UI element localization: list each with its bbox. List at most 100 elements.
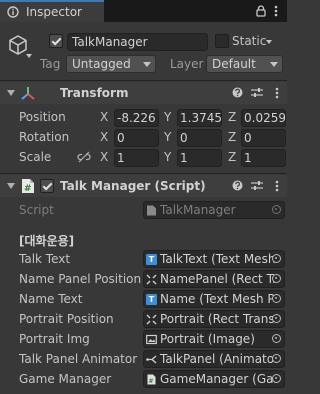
field-label-talk-text: Talk Text	[19, 252, 71, 266]
script-reference-field: TalkManager	[143, 201, 285, 219]
foldout-arrow-icon[interactable]	[7, 183, 15, 189]
inspector-tab-bar: Inspector	[0, 0, 287, 22]
portrait-position-field[interactable]: Portrait (Rect Trans	[143, 310, 285, 328]
talk-panel-animator-field[interactable]: TalkPanel (Animator	[143, 350, 285, 368]
name-panel-position-value: NamePanel (Rect Tr	[160, 272, 278, 286]
lock-icon[interactable]	[256, 5, 266, 17]
object-name-input[interactable]: TalkManager	[67, 33, 208, 51]
position-y-input[interactable]: 1.3745	[177, 109, 222, 127]
portrait-img-field[interactable]: Portrait (Image)	[143, 330, 285, 348]
icon-dropdown-arrow[interactable]	[26, 54, 32, 58]
position-label: Position	[19, 110, 66, 124]
talk-text-field[interactable]: T TalkText (Text Mesh	[143, 250, 285, 268]
scale-y-input[interactable]: 1	[177, 149, 222, 167]
field-label-name-panel-position: Name Panel Position	[19, 272, 142, 286]
divider	[0, 80, 287, 81]
layer-dropdown[interactable]: Default	[206, 55, 283, 73]
position-x-input[interactable]: -8.226	[114, 109, 159, 127]
rect-transform-icon	[146, 314, 157, 325]
talk-panel-animator-value: TalkPanel (Animator	[160, 352, 280, 366]
rotation-z-input[interactable]: 0	[241, 129, 286, 147]
axis-y-label: Y	[164, 110, 172, 124]
more-options-icon[interactable]	[275, 180, 279, 192]
rect-transform-icon	[146, 274, 157, 285]
script-enabled-checkbox[interactable]	[40, 179, 54, 193]
rotation-label: Rotation	[19, 130, 70, 144]
animator-icon	[146, 355, 157, 364]
scale-z-input[interactable]: 1	[241, 149, 286, 167]
scale-x-input[interactable]: 1	[114, 149, 159, 167]
talk-manager-script-header[interactable]: # Talk Manager (Script)	[0, 175, 287, 197]
help-icon[interactable]	[232, 180, 243, 191]
position-z-input[interactable]: 0.0259	[241, 109, 286, 127]
csharp-script-icon: #	[22, 179, 34, 194]
script-icon: #	[147, 374, 156, 385]
section-header: [대화운용]	[19, 234, 75, 248]
field-label-portrait-position: Portrait Position	[19, 312, 114, 326]
inspector-tab[interactable]: Inspector	[0, 0, 104, 22]
chevron-down-icon	[143, 62, 151, 67]
game-manager-value: GameManager (Gar	[160, 372, 279, 386]
axis-y-label: Y	[164, 150, 172, 164]
help-icon[interactable]	[232, 87, 243, 98]
axis-x-label: X	[100, 150, 109, 164]
script-file-icon	[147, 205, 156, 216]
field-label-game-manager: Game Manager	[19, 372, 112, 386]
layer-label: Layer	[170, 57, 204, 71]
constrain-proportions-link-icon[interactable]	[77, 151, 91, 163]
talk-text-value: TalkText (Text Mesh	[160, 252, 276, 266]
object-picker-icon[interactable]	[272, 334, 281, 343]
chevron-down-icon	[270, 62, 278, 67]
tag-value: Untagged	[72, 57, 131, 71]
static-dropdown-arrow[interactable]	[266, 40, 272, 44]
transform-header[interactable]: Transform	[0, 82, 287, 104]
text-mesh-icon: T	[146, 294, 157, 305]
axis-z-label: Z	[228, 130, 237, 144]
script-title: Talk Manager (Script)	[60, 179, 206, 193]
foldout-arrow-icon[interactable]	[7, 90, 15, 96]
transform-axes-icon	[21, 87, 35, 100]
name-panel-position-field[interactable]: NamePanel (Rect Tr	[143, 270, 285, 288]
object-picker-icon[interactable]	[272, 274, 281, 283]
divider	[0, 173, 287, 174]
image-icon	[146, 334, 157, 345]
field-label-name-text: Name Text	[19, 292, 83, 306]
script-value: TalkManager	[160, 203, 236, 217]
info-icon	[7, 6, 19, 18]
axis-z-label: Z	[228, 150, 237, 164]
name-text-field[interactable]: T Name (Text Mesh P	[143, 290, 285, 308]
tag-dropdown[interactable]: Untagged	[66, 55, 156, 73]
field-label-portrait-img: Portrait Img	[19, 332, 90, 346]
script-label: Script	[19, 203, 54, 217]
text-mesh-icon: T	[146, 254, 157, 265]
presets-sliders-icon[interactable]	[251, 180, 263, 191]
layer-value: Default	[212, 57, 256, 71]
svg-text:#: #	[149, 378, 154, 385]
rotation-y-input[interactable]: 0	[177, 129, 222, 147]
axis-x-label: X	[100, 110, 109, 124]
active-checkbox[interactable]	[49, 34, 63, 48]
object-picker-icon	[272, 205, 281, 214]
tab-label: Inspector	[26, 5, 82, 19]
axis-x-label: X	[100, 130, 109, 144]
axis-z-label: Z	[228, 110, 237, 124]
game-manager-field[interactable]: # GameManager (Gar	[143, 370, 285, 388]
more-options-icon[interactable]	[274, 5, 278, 17]
tag-label: Tag	[40, 57, 61, 71]
name-text-value: Name (Text Mesh P	[160, 292, 275, 306]
field-label-talk-panel-animator: Talk Panel Animator	[19, 352, 138, 366]
object-picker-icon[interactable]	[272, 314, 281, 323]
object-picker-icon[interactable]	[272, 354, 281, 363]
presets-sliders-icon[interactable]	[251, 87, 263, 98]
more-options-icon[interactable]	[275, 87, 279, 99]
object-picker-icon[interactable]	[272, 374, 281, 383]
axis-y-label: Y	[164, 130, 172, 144]
static-checkbox[interactable]	[215, 34, 229, 48]
scale-label: Scale	[19, 150, 52, 164]
object-picker-icon[interactable]	[272, 294, 281, 303]
rotation-x-input[interactable]: 0	[114, 129, 159, 147]
portrait-position-value: Portrait (Rect Trans	[160, 312, 275, 326]
portrait-img-value: Portrait (Image)	[160, 332, 255, 346]
static-label: Static	[232, 34, 267, 48]
object-picker-icon[interactable]	[272, 254, 281, 263]
